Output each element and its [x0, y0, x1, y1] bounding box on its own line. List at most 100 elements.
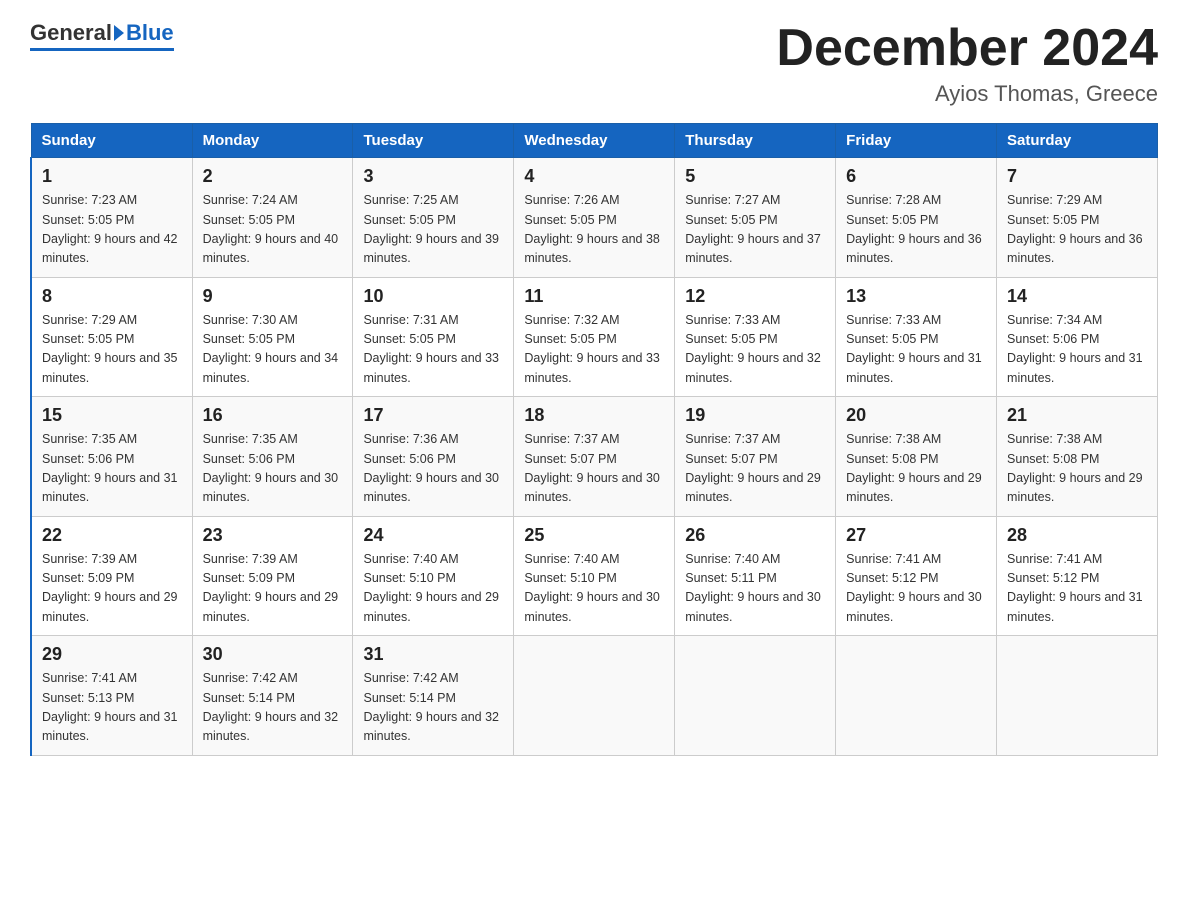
day-number: 18: [524, 405, 664, 426]
day-info: Sunrise: 7:28 AMSunset: 5:05 PMDaylight:…: [846, 191, 986, 269]
page-header: General Blue December 2024 Ayios Thomas,…: [30, 20, 1158, 107]
day-number: 19: [685, 405, 825, 426]
day-info: Sunrise: 7:27 AMSunset: 5:05 PMDaylight:…: [685, 191, 825, 269]
calendar-cell: 17 Sunrise: 7:36 AMSunset: 5:06 PMDayligh…: [353, 397, 514, 517]
day-number: 22: [42, 525, 182, 546]
week-row-3: 15Sunrise: 7:35 AMSunset: 5:06 PMDayligh…: [31, 397, 1158, 517]
day-number: 29: [42, 644, 182, 665]
calendar-cell: 16 Sunrise: 7:35 AMSunset: 5:06 PMDayligh…: [192, 397, 353, 517]
day-number: 12: [685, 286, 825, 307]
day-info: Sunrise: 7:42 AMSunset: 5:14 PMDaylight:…: [203, 669, 343, 747]
calendar-cell: 26 Sunrise: 7:40 AMSunset: 5:11 PMDayligh…: [675, 516, 836, 636]
day-number: 2: [203, 166, 343, 187]
col-header-tuesday: Tuesday: [353, 124, 514, 158]
calendar-cell: 23 Sunrise: 7:39 AMSunset: 5:09 PMDayligh…: [192, 516, 353, 636]
day-info: Sunrise: 7:29 AMSunset: 5:05 PMDaylight:…: [1007, 191, 1147, 269]
calendar-cell: [675, 636, 836, 756]
day-info: Sunrise: 7:38 AMSunset: 5:08 PMDaylight:…: [1007, 430, 1147, 508]
calendar-cell: 31 Sunrise: 7:42 AMSunset: 5:14 PMDayligh…: [353, 636, 514, 756]
day-number: 14: [1007, 286, 1147, 307]
day-number: 5: [685, 166, 825, 187]
day-number: 20: [846, 405, 986, 426]
location-subtitle: Ayios Thomas, Greece: [776, 81, 1158, 107]
logo-general-text: General: [30, 20, 112, 46]
calendar-cell: 3 Sunrise: 7:25 AMSunset: 5:05 PMDaylight…: [353, 158, 514, 278]
day-info: Sunrise: 7:39 AMSunset: 5:09 PMDaylight:…: [203, 550, 343, 628]
day-info: Sunrise: 7:33 AMSunset: 5:05 PMDaylight:…: [846, 311, 986, 389]
logo-blue-text: Blue: [126, 20, 174, 46]
day-info: Sunrise: 7:37 AMSunset: 5:07 PMDaylight:…: [524, 430, 664, 508]
calendar-cell: 29 Sunrise: 7:41 AMSunset: 5:13 PMDayligh…: [31, 636, 192, 756]
calendar-cell: 7Sunrise: 7:29 AMSunset: 5:05 PMDaylight…: [997, 158, 1158, 278]
calendar-cell: 20 Sunrise: 7:38 AMSunset: 5:08 PMDayligh…: [836, 397, 997, 517]
calendar-cell: 18 Sunrise: 7:37 AMSunset: 5:07 PMDayligh…: [514, 397, 675, 517]
calendar-cell: [514, 636, 675, 756]
day-number: 9: [203, 286, 343, 307]
day-number: 4: [524, 166, 664, 187]
month-title: December 2024: [776, 20, 1158, 77]
day-number: 10: [363, 286, 503, 307]
col-header-monday: Monday: [192, 124, 353, 158]
calendar-cell: 13 Sunrise: 7:33 AMSunset: 5:05 PMDayligh…: [836, 277, 997, 397]
logo-underline: [30, 48, 174, 51]
day-info: Sunrise: 7:41 AMSunset: 5:13 PMDaylight:…: [42, 669, 182, 747]
day-number: 24: [363, 525, 503, 546]
col-header-thursday: Thursday: [675, 124, 836, 158]
day-number: 11: [524, 286, 664, 307]
week-row-1: 1 Sunrise: 7:23 AMSunset: 5:05 PMDaylight…: [31, 158, 1158, 278]
day-info: Sunrise: 7:30 AMSunset: 5:05 PMDaylight:…: [203, 311, 343, 389]
col-header-friday: Friday: [836, 124, 997, 158]
calendar-cell: 5 Sunrise: 7:27 AMSunset: 5:05 PMDaylight…: [675, 158, 836, 278]
day-info: Sunrise: 7:35 AMSunset: 5:06 PMDaylight:…: [42, 430, 182, 508]
day-number: 16: [203, 405, 343, 426]
calendar-table: SundayMondayTuesdayWednesdayThursdayFrid…: [30, 123, 1158, 756]
day-number: 23: [203, 525, 343, 546]
day-number: 17: [363, 405, 503, 426]
calendar-cell: 15Sunrise: 7:35 AMSunset: 5:06 PMDayligh…: [31, 397, 192, 517]
logo: General Blue: [30, 20, 174, 51]
day-number: 13: [846, 286, 986, 307]
day-number: 30: [203, 644, 343, 665]
day-info: Sunrise: 7:40 AMSunset: 5:10 PMDaylight:…: [363, 550, 503, 628]
calendar-cell: 10Sunrise: 7:31 AMSunset: 5:05 PMDayligh…: [353, 277, 514, 397]
day-info: Sunrise: 7:41 AMSunset: 5:12 PMDaylight:…: [846, 550, 986, 628]
calendar-cell: 27 Sunrise: 7:41 AMSunset: 5:12 PMDayligh…: [836, 516, 997, 636]
day-number: 26: [685, 525, 825, 546]
day-info: Sunrise: 7:37 AMSunset: 5:07 PMDaylight:…: [685, 430, 825, 508]
day-info: Sunrise: 7:35 AMSunset: 5:06 PMDaylight:…: [203, 430, 343, 508]
day-info: Sunrise: 7:25 AMSunset: 5:05 PMDaylight:…: [363, 191, 503, 269]
calendar-cell: 1 Sunrise: 7:23 AMSunset: 5:05 PMDaylight…: [31, 158, 192, 278]
day-info: Sunrise: 7:33 AMSunset: 5:05 PMDaylight:…: [685, 311, 825, 389]
day-info: Sunrise: 7:40 AMSunset: 5:11 PMDaylight:…: [685, 550, 825, 628]
day-info: Sunrise: 7:36 AMSunset: 5:06 PMDaylight:…: [363, 430, 503, 508]
calendar-cell: 11 Sunrise: 7:32 AMSunset: 5:05 PMDayligh…: [514, 277, 675, 397]
day-number: 1: [42, 166, 182, 187]
col-header-wednesday: Wednesday: [514, 124, 675, 158]
day-number: 8: [42, 286, 182, 307]
day-info: Sunrise: 7:40 AMSunset: 5:10 PMDaylight:…: [524, 550, 664, 628]
day-info: Sunrise: 7:29 AMSunset: 5:05 PMDaylight:…: [42, 311, 182, 389]
day-info: Sunrise: 7:34 AMSunset: 5:06 PMDaylight:…: [1007, 311, 1147, 389]
calendar-cell: 4 Sunrise: 7:26 AMSunset: 5:05 PMDaylight…: [514, 158, 675, 278]
day-info: Sunrise: 7:23 AMSunset: 5:05 PMDaylight:…: [42, 191, 182, 269]
calendar-cell: 28Sunrise: 7:41 AMSunset: 5:12 PMDayligh…: [997, 516, 1158, 636]
logo-arrow-icon: [114, 25, 124, 41]
day-info: Sunrise: 7:32 AMSunset: 5:05 PMDaylight:…: [524, 311, 664, 389]
col-header-sunday: Sunday: [31, 124, 192, 158]
col-header-saturday: Saturday: [997, 124, 1158, 158]
day-number: 27: [846, 525, 986, 546]
day-number: 28: [1007, 525, 1147, 546]
day-number: 6: [846, 166, 986, 187]
calendar-cell: 21Sunrise: 7:38 AMSunset: 5:08 PMDayligh…: [997, 397, 1158, 517]
day-info: Sunrise: 7:24 AMSunset: 5:05 PMDaylight:…: [203, 191, 343, 269]
calendar-cell: [997, 636, 1158, 756]
title-block: December 2024 Ayios Thomas, Greece: [776, 20, 1158, 107]
day-info: Sunrise: 7:38 AMSunset: 5:08 PMDaylight:…: [846, 430, 986, 508]
calendar-cell: 22 Sunrise: 7:39 AMSunset: 5:09 PMDayligh…: [31, 516, 192, 636]
day-info: Sunrise: 7:42 AMSunset: 5:14 PMDaylight:…: [363, 669, 503, 747]
week-row-4: 22 Sunrise: 7:39 AMSunset: 5:09 PMDayligh…: [31, 516, 1158, 636]
day-info: Sunrise: 7:39 AMSunset: 5:09 PMDaylight:…: [42, 550, 182, 628]
day-info: Sunrise: 7:26 AMSunset: 5:05 PMDaylight:…: [524, 191, 664, 269]
day-number: 31: [363, 644, 503, 665]
day-number: 3: [363, 166, 503, 187]
